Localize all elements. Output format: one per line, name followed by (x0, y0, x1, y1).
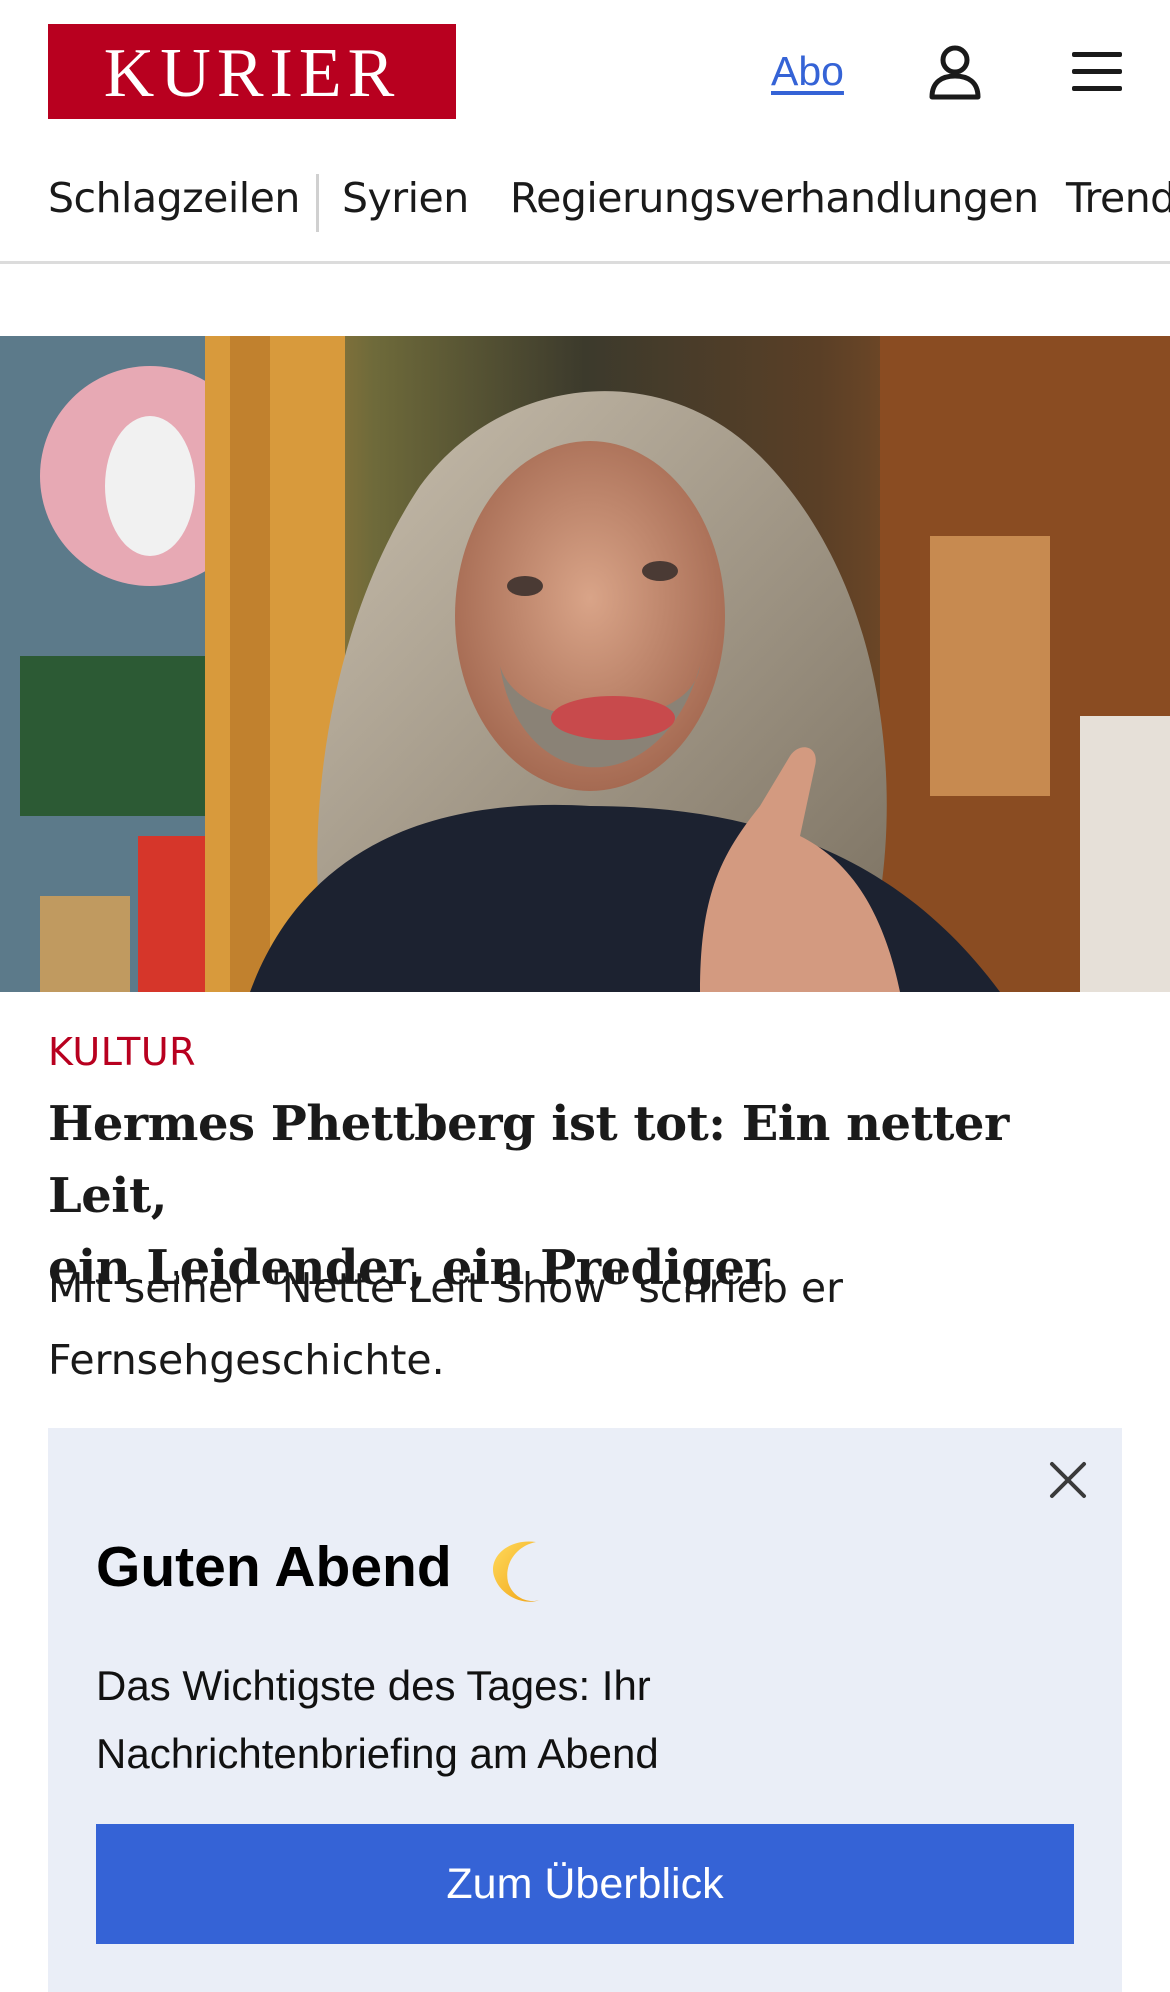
user-icon[interactable] (928, 44, 982, 100)
kurier-logo[interactable]: KURIER (48, 24, 456, 119)
nav-item-schlagzeilen[interactable]: Schlagzeilen (48, 174, 300, 222)
site-header: KURIER Abo (0, 0, 1170, 150)
nav-divider (316, 174, 319, 232)
teaser-line-1: Mit seiner "Nette Leit Show" schrieb er (48, 1264, 843, 1312)
logo-text: KURIER (103, 34, 401, 112)
nav-item-syrien[interactable]: Syrien (342, 174, 469, 222)
moon-icon (493, 1541, 540, 1602)
overlay-text-line-2: Nachrichtenbriefing am Abend (96, 1730, 659, 1777)
overlay-text-line-1: Das Wichtigste des Tages: Ihr (96, 1662, 651, 1709)
overlay-description: Das Wichtigste des Tages: Ihr Nachrichte… (96, 1652, 996, 1788)
article-kicker[interactable]: KULTUR (48, 1030, 196, 1074)
nav-item-trend[interactable]: Trend (1066, 174, 1170, 222)
nav-item-regierungsverhandlungen[interactable]: Regierungsverhandlungen (510, 174, 1039, 222)
topic-nav: Schlagzeilen Syrien Regierungsverhandlun… (0, 168, 1170, 264)
teaser-line-2: Fernsehgeschichte. (48, 1336, 445, 1384)
abo-link[interactable]: Abo (771, 48, 844, 95)
headline-line-1: Hermes Phettberg ist tot: Ein netter Lei… (48, 1096, 1009, 1224)
hamburger-menu-icon[interactable] (1070, 48, 1124, 96)
overlay-title: Guten Abend (96, 1535, 452, 1599)
zum-ueberblick-button[interactable]: Zum Überblick (96, 1824, 1074, 1944)
article-hero-image[interactable] (0, 336, 1170, 992)
close-icon[interactable] (1046, 1458, 1090, 1502)
article-teaser[interactable]: Mit seiner "Nette Leit Show" schrieb er … (48, 1252, 1108, 1396)
